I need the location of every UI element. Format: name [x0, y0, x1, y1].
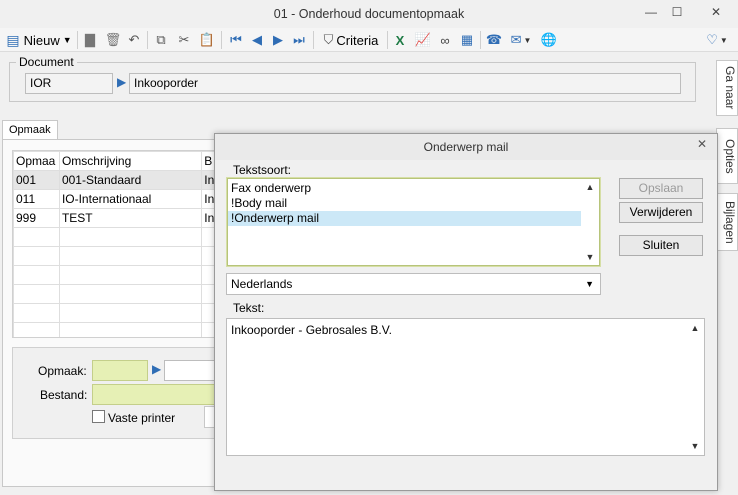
document-legend: Document: [16, 55, 77, 69]
scroll-down-icon[interactable]: ▼: [584, 252, 596, 262]
criteria-label: Criteria: [336, 32, 379, 48]
opmaak-grid: Opmaa Omschrijving B 001 001-Standaard I…: [12, 150, 227, 338]
title-bar: 01 - Onderhoud documentopmaak — ☐ ✕: [0, 0, 738, 28]
copy-icon[interactable]: ⧉: [152, 30, 170, 50]
new-label: Nieuw: [23, 32, 60, 48]
tab-ga-naar[interactable]: Ga naar: [716, 60, 738, 116]
bestand-label: Bestand:: [40, 388, 88, 402]
table-cell: 001: [13, 170, 60, 190]
tekstsoort-listbox[interactable]: Fax onderwerp !Body mail !Onderwerp mail…: [226, 177, 601, 267]
document-icon: ▤: [6, 31, 20, 48]
opmaak-description-field: [164, 360, 216, 381]
toolbar: ▤ Nieuw ▼ ▇ 🗑 ↶ ⧉ ✂ 📋 ⏮ ◀ ▶ ⏭ ⛉ Criteria…: [0, 28, 738, 52]
cut-icon[interactable]: ✂: [175, 30, 193, 50]
tab-opmaak[interactable]: Opmaak: [2, 120, 58, 140]
tab-opties[interactable]: Opties: [716, 128, 738, 184]
opmaak-field[interactable]: [92, 360, 148, 381]
scroll-up-icon[interactable]: ▲: [584, 182, 596, 192]
minimize-button[interactable]: —: [638, 4, 664, 20]
tekstsoort-label: Tekstsoort:: [233, 163, 292, 177]
scroll-up-icon[interactable]: ▲: [689, 323, 701, 333]
mail-icon[interactable]: ✉ ▼: [507, 30, 535, 50]
tab-bijlagen[interactable]: Bijlagen: [716, 193, 738, 251]
table-icon[interactable]: ▦: [458, 30, 476, 50]
binoculars-icon[interactable]: ∞: [436, 30, 454, 50]
close-button[interactable]: ✕: [703, 4, 729, 20]
table-row: [13, 322, 226, 337]
lookup-arrow-icon[interactable]: ▶: [152, 362, 161, 376]
favorite-icon[interactable]: ♡ ▼: [702, 30, 732, 50]
table-row[interactable]: 001 001-Standaard In: [13, 170, 226, 190]
sluiten-button[interactable]: Sluiten: [619, 235, 703, 256]
table-row[interactable]: 011 IO-Internationaal In: [13, 189, 226, 209]
excel-icon[interactable]: X: [391, 30, 409, 50]
save-icon[interactable]: ▇: [81, 30, 99, 50]
scroll-down-icon[interactable]: ▼: [689, 441, 701, 451]
globe-icon[interactable]: 🌐: [540, 30, 558, 50]
table-row: [13, 227, 226, 247]
opslaan-button[interactable]: Opslaan: [619, 178, 703, 199]
new-button[interactable]: ▤ Nieuw ▼: [4, 30, 74, 50]
onderwerp-mail-dialog: Onderwerp mail ✕ Tekstsoort: Fax onderwe…: [214, 133, 718, 491]
language-select[interactable]: Nederlands ▼: [226, 273, 601, 295]
table-row: [13, 303, 226, 323]
undo-icon[interactable]: ↶: [125, 30, 143, 50]
chart-icon[interactable]: 📈: [414, 30, 432, 50]
next-icon[interactable]: ▶: [270, 30, 286, 50]
phone-icon[interactable]: ☎: [485, 30, 503, 50]
table-row[interactable]: 999 TEST In: [13, 208, 226, 228]
maximize-button[interactable]: ☐: [664, 4, 690, 20]
previous-icon[interactable]: ◀: [249, 30, 265, 50]
table-row: [13, 284, 226, 304]
column-header[interactable]: Opmaa: [13, 151, 60, 171]
last-icon[interactable]: ⏭: [291, 30, 307, 50]
table-cell: 011: [13, 189, 60, 209]
table-cell: 001-Standaard: [58, 170, 203, 190]
document-code-field[interactable]: IOR: [25, 73, 113, 94]
first-icon[interactable]: ⏮: [228, 30, 244, 50]
opmaak-label: Opmaak:: [38, 364, 87, 378]
paste-icon[interactable]: 📋: [198, 30, 216, 50]
list-item-selected[interactable]: !Onderwerp mail: [228, 211, 581, 226]
chevron-down-icon: ▼: [62, 35, 72, 45]
document-description-field: Inkooporder: [129, 73, 681, 94]
lookup-arrow-icon[interactable]: ▶: [117, 75, 126, 89]
window-title: 01 - Onderhoud documentopmaak: [273, 7, 465, 21]
delete-icon[interactable]: 🗑: [104, 30, 122, 50]
vaste-printer-label: Vaste printer: [108, 411, 176, 425]
table-cell: IO-Internationaal: [58, 189, 203, 209]
verwijderen-button[interactable]: Verwijderen: [619, 202, 703, 223]
column-header[interactable]: Omschrijving: [58, 151, 203, 171]
bestand-field[interactable]: [92, 384, 216, 405]
table-cell: TEST: [58, 208, 203, 228]
list-item[interactable]: Fax onderwerp: [228, 181, 599, 196]
table-cell: 999: [13, 208, 60, 228]
grid-header-row: Opmaa Omschrijving B: [13, 151, 226, 171]
tekst-label: Tekst:: [233, 301, 265, 315]
chevron-down-icon: ▼: [585, 279, 594, 289]
table-row: [13, 246, 226, 266]
tekst-value: Inkooporder - Gebrosales B.V.: [231, 323, 392, 337]
tekst-textarea[interactable]: Inkooporder - Gebrosales B.V. ▲ ▼: [226, 318, 705, 456]
dialog-close-button[interactable]: ✕: [689, 135, 715, 153]
criteria-button[interactable]: ⛉ Criteria: [318, 30, 384, 50]
filter-icon: ⛉: [323, 32, 334, 47]
vaste-printer-checkbox[interactable]: [92, 410, 105, 423]
dialog-title: Onderwerp mail: [215, 134, 717, 160]
table-row: [13, 265, 226, 285]
list-item[interactable]: !Body mail: [228, 196, 599, 211]
language-value: Nederlands: [231, 277, 293, 291]
